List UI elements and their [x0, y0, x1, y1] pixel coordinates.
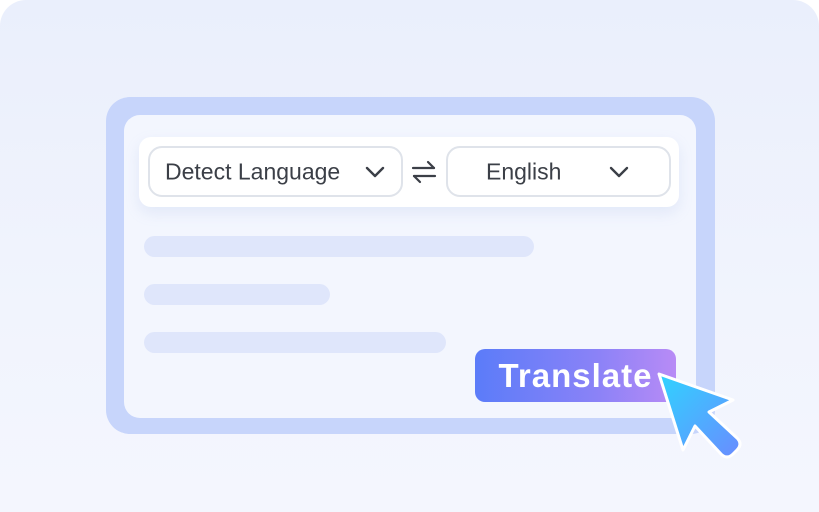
- target-language-dropdown[interactable]: English: [446, 146, 671, 197]
- pointer-cursor-icon: [657, 372, 742, 459]
- text-placeholder-line: [144, 284, 330, 305]
- text-placeholder-line: [144, 236, 534, 257]
- text-placeholder-line: [144, 332, 446, 353]
- chevron-down-icon: [609, 166, 629, 177]
- source-language-dropdown[interactable]: Detect Language: [148, 146, 403, 197]
- translate-button[interactable]: Translate: [475, 349, 676, 402]
- target-language-label: English: [486, 158, 562, 184]
- source-language-label: Detect Language: [165, 158, 341, 184]
- chevron-down-icon: [365, 166, 385, 177]
- swap-arrows-icon[interactable]: [410, 158, 438, 186]
